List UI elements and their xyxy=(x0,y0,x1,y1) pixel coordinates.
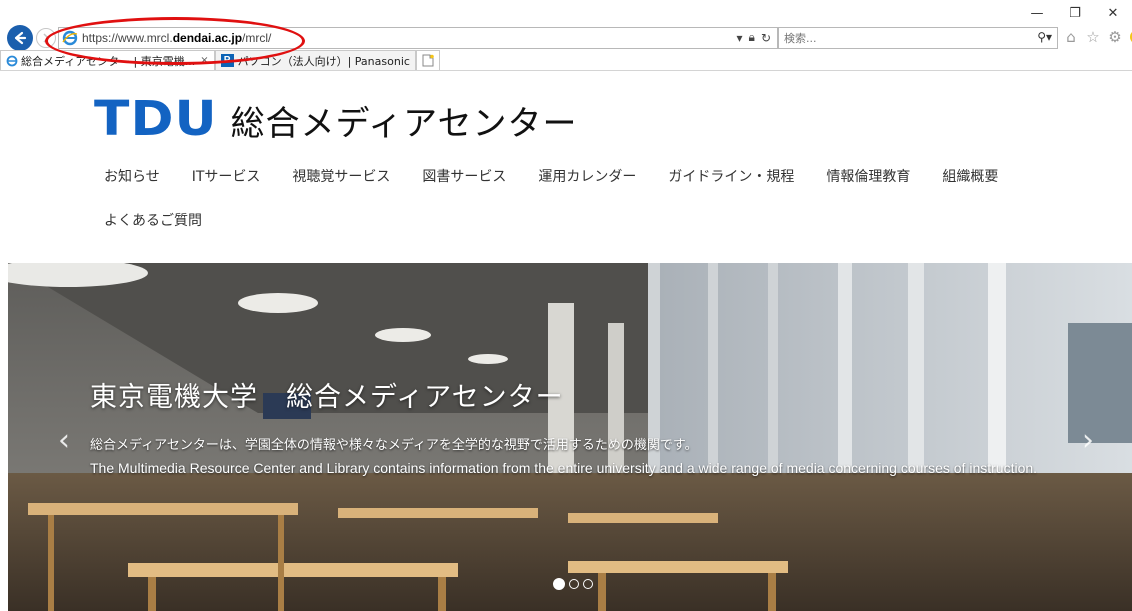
nav-item-ethics[interactable]: 情報倫理教育 xyxy=(826,166,910,186)
nav-item-faq[interactable]: よくあるご質問 xyxy=(104,210,202,230)
restore-button[interactable]: ❐ xyxy=(1056,0,1094,26)
hero-carousel: 東京電機大学 総合メディアセンター 総合メディアセンターは、学園全体の情報や様々… xyxy=(8,263,1132,611)
browser-toolbar: ⌂ ☆ ⚙ xyxy=(1062,27,1132,47)
ie-icon xyxy=(62,30,78,46)
tab-close-button[interactable]: × xyxy=(200,55,208,66)
address-bar[interactable]: https://www.mrcl.dendai.ac.jp/mrcl/ ▾ 🔒︎… xyxy=(58,27,778,49)
search-input[interactable] xyxy=(784,29,1024,47)
carousel-dot-2[interactable] xyxy=(569,579,579,589)
nav-item-av-services[interactable]: 視聴覚サービス xyxy=(292,166,390,186)
refresh-icon[interactable]: ↻ xyxy=(761,31,771,45)
tab-label: 総合メディアセンター | 東京電機... xyxy=(21,54,196,68)
close-window-button[interactable]: ✕ xyxy=(1094,0,1132,26)
window-controls: — ❐ ✕ xyxy=(1018,0,1132,26)
nav-item-library-services[interactable]: 図書サービス xyxy=(422,166,506,186)
nav-item-calendar[interactable]: 運用カレンダー xyxy=(538,166,636,186)
back-arrow-icon xyxy=(14,31,27,45)
new-tab-icon xyxy=(422,54,434,67)
home-icon[interactable]: ⌂ xyxy=(1062,27,1080,47)
hero-description-jp: 総合メディアセンターは、学園全体の情報や様々なメディアを全学的な視野で活用するた… xyxy=(90,438,698,453)
hero-description-en: The Multimedia Resource Center and Libra… xyxy=(90,460,1038,476)
site-logo[interactable]: TDU 総合メディアセンター xyxy=(94,95,578,145)
tab-divider xyxy=(0,70,1132,71)
nav-item-guidelines[interactable]: ガイドライン・規程 xyxy=(668,166,794,186)
lock-icon[interactable]: 🔒︎ xyxy=(749,30,755,45)
url-text: https://www.mrcl.dendai.ac.jp/mrcl/ xyxy=(82,31,272,45)
carousel-dot-1[interactable] xyxy=(553,578,565,590)
settings-gear-icon[interactable]: ⚙ xyxy=(1106,27,1124,47)
feedback-smiley-icon[interactable] xyxy=(1128,27,1132,47)
hero-title: 東京電機大学 総合メディアセンター xyxy=(90,382,564,413)
carousel-dot-3[interactable] xyxy=(583,579,593,589)
tab-mrcl[interactable]: 総合メディアセンター | 東京電機... × xyxy=(0,50,215,70)
forward-button[interactable] xyxy=(36,28,56,48)
address-tools: ▾ 🔒︎ ↻ xyxy=(737,30,771,45)
site-title: 総合メディアセンター xyxy=(230,104,578,144)
back-button[interactable] xyxy=(7,25,33,51)
ie-icon xyxy=(6,55,18,66)
carousel-prev-icon[interactable]: ‹ xyxy=(58,423,70,458)
logo-mark: TDU xyxy=(94,91,218,147)
dropdown-icon[interactable]: ▾ xyxy=(737,31,743,45)
browser-chrome: — ❐ ✕ https://www.mrcl.dendai.ac.jp/mrcl… xyxy=(0,0,1132,72)
new-tab-button[interactable] xyxy=(415,50,440,70)
nav-item-organization[interactable]: 組織概要 xyxy=(942,166,998,186)
carousel-next-icon[interactable]: › xyxy=(1082,423,1094,458)
minimize-button[interactable]: — xyxy=(1018,0,1056,26)
tab-panasonic[interactable]: P パソコン（法人向け）| Panasonic xyxy=(214,50,416,70)
search-box[interactable]: ⚲▾ xyxy=(778,27,1058,49)
carousel-indicators xyxy=(553,578,593,590)
panasonic-p-icon: P xyxy=(220,54,234,67)
nav-item-news[interactable]: お知らせ xyxy=(104,166,160,186)
search-icon[interactable]: ⚲▾ xyxy=(1037,30,1052,44)
tab-strip: 総合メディアセンター | 東京電機... × P パソコン（法人向け）| Pan… xyxy=(0,50,440,70)
favorites-star-icon[interactable]: ☆ xyxy=(1084,27,1102,47)
nav-item-it-services[interactable]: ITサービス xyxy=(192,166,261,186)
forward-arrow-icon xyxy=(43,33,50,43)
main-navigation: お知らせ ITサービス 視聴覚サービス 図書サービス 運用カレンダー ガイドライ… xyxy=(104,166,1064,254)
tab-label: パソコン（法人向け）| Panasonic xyxy=(237,54,410,68)
